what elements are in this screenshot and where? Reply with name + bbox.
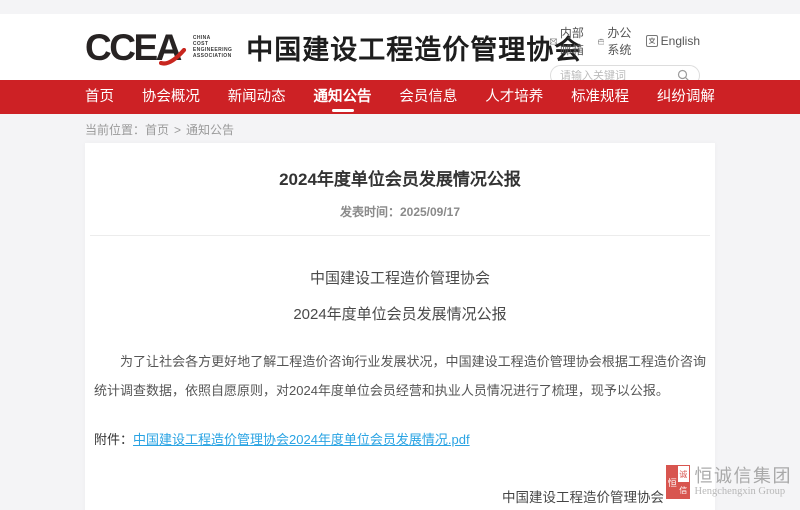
office-system-link[interactable]: 办公系统 bbox=[598, 24, 633, 58]
translate-icon bbox=[646, 35, 658, 47]
breadcrumb: 当前位置：首页 > 通知公告 bbox=[85, 121, 234, 138]
watermark-name-en: Hengchengxin Group bbox=[695, 486, 793, 498]
attachment-row: 附件：中国建设工程造价管理协会2024年度单位会员发展情况.pdf bbox=[94, 429, 706, 448]
site-header: CCEA CHINA COST ENGINEERING ASSOCIATION … bbox=[0, 14, 800, 80]
watermark-name: 恒诚信集团 bbox=[695, 467, 793, 486]
body-paragraph: 为了让社会各方更好地了解工程造价咨询行业发展状况，中国建设工程造价管理协会根据工… bbox=[94, 347, 706, 405]
nav-item-about[interactable]: 协会概况 bbox=[142, 80, 200, 114]
breadcrumb-separator: > bbox=[174, 123, 181, 137]
english-link[interactable]: English bbox=[646, 34, 700, 48]
quick-link-label: 内部邮箱 bbox=[560, 24, 585, 58]
seal-left-char: 恒 bbox=[667, 466, 678, 498]
nav-item-disputes[interactable]: 纠纷调解 bbox=[657, 80, 715, 114]
signature-block: 中国建设工程造价管理协会 2025年9月17日 bbox=[94, 486, 706, 510]
article-card: 2024年度单位会员发展情况公报 发表时间：2025/09/17 中国建设工程造… bbox=[85, 143, 715, 510]
seal-right-bottom-char: 信 bbox=[678, 482, 689, 498]
publish-time-label: 发表时间： bbox=[340, 205, 400, 219]
org-name-title: 中国建设工程造价管理协会 bbox=[246, 28, 582, 67]
breadcrumb-home-link[interactable]: 首页 bbox=[145, 123, 169, 137]
site-logo[interactable]: CCEA CHINA COST ENGINEERING ASSOCIATION … bbox=[85, 14, 582, 80]
briefcase-icon bbox=[598, 36, 604, 47]
nav-item-news[interactable]: 新闻动态 bbox=[228, 80, 286, 114]
body-org-line: 中国建设工程造价管理协会 bbox=[94, 267, 706, 288]
hengchengxin-seal-icon: 恒 诚 信 bbox=[666, 465, 690, 499]
hengchengxin-watermark: 恒 诚 信 恒诚信集团 Hengchengxin Group bbox=[666, 465, 793, 499]
logo-subtext: CHINA COST ENGINEERING ASSOCIATION bbox=[193, 35, 232, 59]
main-nav: 首页 协会概况 新闻动态 通知公告 会员信息 人才培养 标准规程 纠纷调解 bbox=[0, 80, 800, 114]
logo-swoosh-icon bbox=[159, 48, 187, 67]
quick-link-label: English bbox=[661, 34, 700, 48]
attachment-pdf-link[interactable]: 中国建设工程造价管理协会2024年度单位会员发展情况.pdf bbox=[133, 432, 470, 447]
nav-item-members[interactable]: 会员信息 bbox=[399, 80, 457, 114]
article-body: 中国建设工程造价管理协会 2024年度单位会员发展情况公报 为了让社会各方更好地… bbox=[85, 267, 715, 510]
internal-mail-link[interactable]: 内部邮箱 bbox=[550, 24, 585, 58]
attachment-label: 附件： bbox=[94, 432, 133, 447]
header-quick-links: 内部邮箱 办公系统 English bbox=[550, 24, 700, 58]
signature-org: 中国建设工程造价管理协会 bbox=[502, 486, 664, 506]
article-title: 2024年度单位会员发展情况公报 bbox=[85, 143, 715, 190]
publish-time-value: 2025/09/17 bbox=[400, 205, 460, 219]
breadcrumb-current[interactable]: 通知公告 bbox=[186, 123, 234, 137]
seal-right-top-char: 诚 bbox=[678, 466, 689, 482]
title-divider bbox=[90, 235, 710, 236]
nav-item-standards[interactable]: 标准规程 bbox=[571, 80, 629, 114]
publish-time: 发表时间：2025/09/17 bbox=[85, 203, 715, 220]
ccea-wordmark: CCEA bbox=[85, 29, 186, 66]
mail-icon bbox=[550, 36, 557, 47]
breadcrumb-prefix: 当前位置： bbox=[85, 123, 145, 137]
nav-item-training[interactable]: 人才培养 bbox=[485, 80, 543, 114]
body-subtitle-line: 2024年度单位会员发展情况公报 bbox=[94, 303, 706, 324]
nav-item-home[interactable]: 首页 bbox=[85, 80, 114, 114]
quick-link-label: 办公系统 bbox=[607, 24, 632, 58]
nav-item-notices[interactable]: 通知公告 bbox=[314, 80, 372, 114]
